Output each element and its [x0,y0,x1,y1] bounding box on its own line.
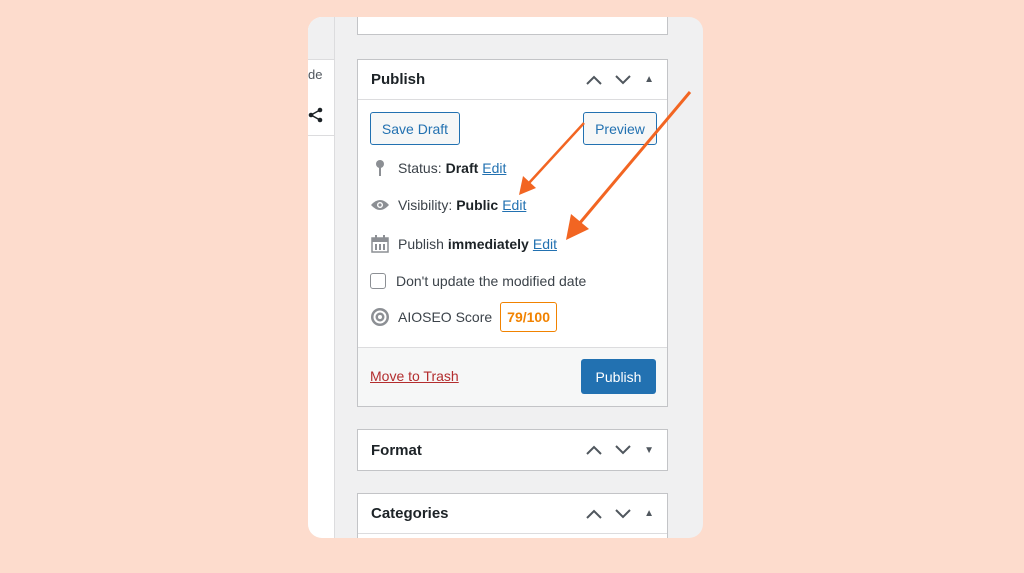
dont-update-row: Don't update the modified date [370,273,586,289]
categories-box-header[interactable]: Categories ▲ [358,494,667,534]
dont-update-label[interactable]: Don't update the modified date [396,273,586,289]
aioseo-label: AIOSEO Score [398,309,493,325]
calendar-icon [370,235,390,253]
publish-button[interactable]: Publish [581,359,656,394]
dont-update-checkbox[interactable] [370,273,386,289]
chevron-down-icon[interactable] [615,508,631,519]
aioseo-row: AIOSEO Score 79/100 [370,302,557,332]
share-icon[interactable] [308,107,324,128]
format-box: Format ▼ [357,429,668,471]
visibility-label: Visibility: [398,197,453,213]
categories-box: Categories ▲ [357,493,668,538]
publish-box: Publish ▲ Save Draft Preview Status: Dra… [357,59,668,407]
pin-icon [370,159,390,177]
chevron-up-icon[interactable] [586,75,602,85]
eye-icon [370,198,390,212]
aioseo-gear-icon [370,307,390,327]
toggle-arrow-icon[interactable]: ▲ [644,508,654,519]
chevron-up-icon[interactable] [586,509,602,519]
visibility-row: Visibility: Public Edit [370,197,526,213]
move-to-trash-link[interactable]: Move to Trash [370,368,459,384]
chevron-down-icon[interactable] [615,74,631,85]
previous-box-bottom [357,17,668,35]
left-column-top [308,17,334,60]
editor-sidebar-card: de Publish ▲ Save Draft Preview Status: … [308,17,703,538]
publish-time-value: immediately [447,236,529,252]
left-tab-text[interactable]: de [308,67,322,82]
publish-time-row: Publish immediately Edit [370,235,557,253]
publish-time-edit-link[interactable]: Edit [533,236,557,252]
publish-box-title: Publish [371,71,426,88]
chevron-up-icon[interactable] [586,445,602,455]
format-box-header[interactable]: Format ▼ [358,430,667,470]
visibility-value: Public [456,197,499,213]
publish-time-label: Publish [398,236,444,252]
status-label: Status: [398,160,442,176]
chevron-down-icon[interactable] [615,445,631,455]
left-column-stub: de [308,17,335,538]
status-edit-link[interactable]: Edit [482,160,506,176]
preview-button[interactable]: Preview [583,112,657,145]
toggle-arrow-icon[interactable]: ▲ [644,74,654,85]
toggle-arrow-icon[interactable]: ▼ [644,445,654,456]
aioseo-score-badge[interactable]: 79/100 [500,302,557,332]
visibility-edit-link[interactable]: Edit [502,197,526,213]
publish-box-header: Publish ▲ [358,60,667,100]
status-row: Status: Draft Edit [370,159,506,177]
format-box-title: Format [371,441,422,459]
categories-box-title: Categories [371,505,449,522]
status-value: Draft [445,160,479,176]
publish-actions: Move to Trash Publish [358,347,667,406]
save-draft-button[interactable]: Save Draft [370,112,460,145]
divider [308,135,334,136]
